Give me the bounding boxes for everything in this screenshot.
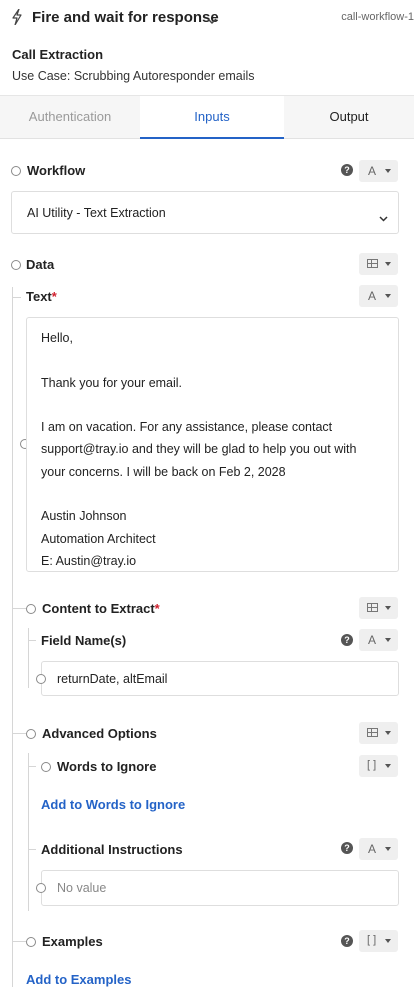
type-selector-object[interactable] [359,253,398,275]
add-to-examples-link[interactable]: Add to Examples [26,972,131,987]
caret-down-icon [385,731,391,735]
type-selector-object[interactable] [359,597,398,619]
type-selector-object[interactable] [359,722,398,744]
help-icon[interactable]: ? [341,935,353,947]
required-marker: * [51,289,57,304]
caret-down-icon [385,294,391,298]
text-line: Hello, [41,331,73,345]
field-names-value: returnDate, altEmail [57,672,168,686]
tab-output[interactable]: Output [284,96,414,138]
tree-line [12,733,26,734]
operation-title[interactable]: Fire and wait for response [32,9,219,26]
content-to-extract-radio[interactable] [26,604,36,614]
tree-line [28,849,36,850]
bolt-icon [11,8,23,29]
text-type-icon: A [368,633,377,647]
type-selector-text[interactable]: A [359,160,398,182]
tab-bar: Authentication Inputs Output [0,95,414,139]
text-line: Automation Architect [41,531,156,546]
additional-instructions-radio[interactable] [36,883,46,893]
text-line: support@tray.io and they will be glad to… [41,442,357,457]
text-line: Austin Johnson [41,509,127,524]
caret-down-icon [385,262,391,266]
text-line: Thank you for your email. [41,375,183,390]
type-selector-text[interactable]: A [359,838,398,860]
table-icon [367,259,378,268]
text-line: I am on vacation. For any assistance, pl… [41,420,333,435]
content-to-extract-label: Content to Extract* [42,601,160,616]
words-to-ignore-radio[interactable] [41,762,51,772]
step-name: Call Extraction [12,47,104,62]
help-icon[interactable]: ? [341,842,353,854]
caret-down-icon [385,764,391,768]
step-description: Use Case: Scrubbing Autoresponder emails [12,69,255,83]
workflow-select[interactable]: AI Utility - Text Extraction [11,191,399,234]
additional-instructions-placeholder: No value [57,881,107,895]
tree-line [12,608,26,609]
tree-line [28,628,29,688]
data-radio[interactable] [11,260,21,270]
tree-line [28,640,36,641]
text-label: Text* [26,289,57,304]
add-to-words-to-ignore-link[interactable]: Add to Words to Ignore [41,797,185,812]
tree-line [28,753,29,911]
workflow-radio[interactable] [11,166,21,176]
words-to-ignore-label: Words to Ignore [57,759,157,774]
additional-instructions-label: Additional Instructions [41,842,183,857]
examples-label: Examples [42,934,103,949]
workflow-select-value: AI Utility - Text Extraction [27,206,166,220]
text-line: your concerns. I will be back on Feb 2, … [41,464,286,479]
type-selector-text[interactable]: A [359,629,398,651]
workflow-label: Workflow [27,163,86,178]
help-icon[interactable]: ? [341,164,353,176]
text-type-icon: A [368,289,377,303]
caret-down-icon [385,606,391,610]
text-textarea[interactable]: Hello, Thank you for your email. I am on… [26,317,399,572]
tree-line [28,766,36,767]
chevron-down-icon[interactable] [207,12,217,30]
caret-down-icon [385,939,391,943]
caret-down-icon [385,169,391,173]
array-type-icon: [ ] [367,934,377,946]
text-type-icon: A [368,842,377,856]
tab-authentication[interactable]: Authentication [0,96,140,138]
content-to-extract-name: Content to Extract [42,601,155,616]
text-content: Hello, Thank you for your email. I am on… [41,327,396,572]
data-label: Data [26,257,55,272]
field-names-input[interactable]: returnDate, altEmail [36,661,399,696]
advanced-options-label: Advanced Options [42,726,157,741]
tree-line [12,941,26,942]
advanced-options-radio[interactable] [26,729,36,739]
array-type-icon: [ ] [367,759,377,771]
field-names-radio[interactable] [36,674,46,684]
examples-radio[interactable] [26,937,36,947]
tab-inputs[interactable]: Inputs [140,96,284,139]
additional-instructions-input[interactable]: No value [36,870,399,906]
caret-down-icon [385,847,391,851]
type-selector-array[interactable]: [ ] [359,755,398,777]
text-type-icon: A [368,164,377,178]
table-icon [367,728,378,737]
step-id: call-workflow-1 [341,11,414,23]
type-selector-text[interactable]: A [359,285,398,307]
tree-line [12,297,21,298]
tree-line [12,287,13,987]
required-marker: * [154,601,160,616]
field-names-label: Field Name(s) [41,633,127,648]
help-icon[interactable]: ? [341,634,353,646]
text-line: E: Austin@tray.io [41,553,137,568]
caret-down-icon [385,638,391,642]
chevron-down-icon [379,209,388,227]
text-label-name: Text [26,289,52,304]
table-icon [367,603,378,612]
type-selector-array[interactable]: [ ] [359,930,398,952]
